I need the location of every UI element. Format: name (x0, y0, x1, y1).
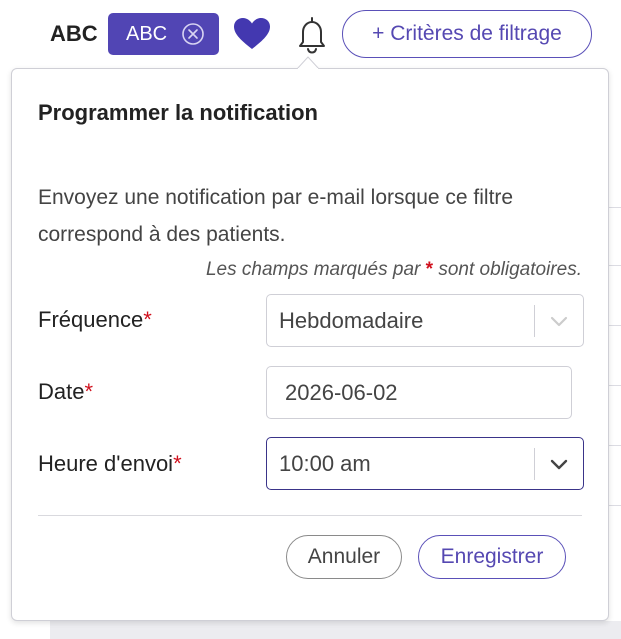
date-label: Date* (38, 377, 93, 407)
filter-chip[interactable]: ABC (108, 13, 219, 55)
send-time-select-value: 10:00 am (279, 451, 371, 476)
filter-chip-label: ABC (126, 23, 168, 45)
send-time-label: Heure d'envoi* (38, 449, 182, 479)
save-button[interactable]: Enregistrer (418, 535, 566, 579)
schedule-notification-popover: Programmer la notification Envoyez une n… (11, 68, 609, 621)
send-time-label-text: Heure d'envoi (38, 451, 174, 476)
required-note-suffix: sont obligatoires. (438, 259, 582, 280)
popover-arrow (297, 56, 319, 69)
frequency-select[interactable]: Hebdomadaire (266, 294, 584, 347)
popover-title: Programmer la notification (38, 100, 318, 125)
popover-footer-divider (38, 515, 582, 516)
send-time-required-mark: * (173, 451, 182, 476)
send-time-select[interactable]: 10:00 am (266, 437, 584, 490)
background-footer-shade (50, 621, 621, 639)
frequency-label-text: Fréquence (38, 307, 144, 332)
date-required-mark: * (84, 379, 94, 404)
close-circle-icon[interactable] (181, 22, 205, 46)
required-note-prefix: Les champs marqués par (205, 259, 421, 280)
frequency-required-mark: * (143, 307, 152, 332)
select-separator (534, 305, 535, 337)
filter-name-text: ABC (50, 21, 98, 46)
add-filter-criteria-button[interactable]: + Critères de filtrage (342, 10, 592, 58)
select-separator (534, 448, 535, 480)
cancel-button[interactable]: Annuler (286, 535, 402, 579)
bell-icon[interactable] (295, 16, 329, 54)
popover-description: Envoyez une notification par e-mail lors… (38, 186, 514, 246)
date-input[interactable] (266, 366, 572, 419)
required-note-star: * (425, 259, 434, 280)
heart-icon[interactable] (233, 17, 271, 51)
frequency-select-value: Hebdomadaire (279, 308, 424, 333)
chevron-down-icon (550, 316, 568, 327)
frequency-label: Fréquence* (38, 305, 152, 335)
required-fields-note: Les champs marqués par * sont obligatoir… (206, 257, 582, 283)
date-label-text: Date (38, 379, 85, 404)
chevron-down-icon (550, 459, 568, 470)
